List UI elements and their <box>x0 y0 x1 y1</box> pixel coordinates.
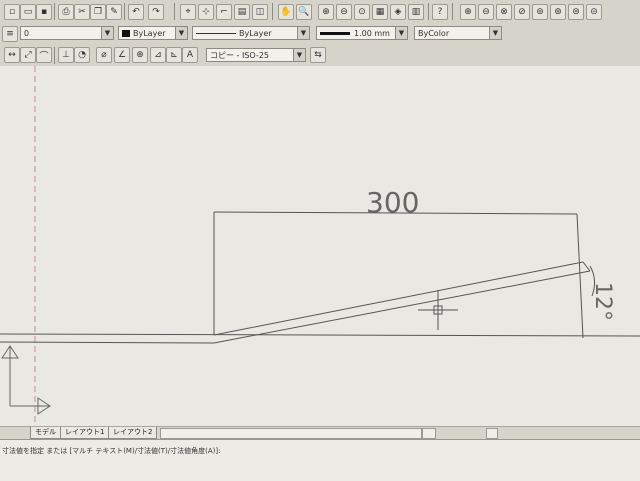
horizontal-scrollbar[interactable] <box>160 428 422 439</box>
zoom-object-icon[interactable]: ⊛ <box>550 4 566 20</box>
hyperlink-icon[interactable]: ⌖ <box>180 4 196 20</box>
diameter-dimension-icon[interactable]: ⌀ <box>96 47 112 63</box>
zoom-extents2-icon[interactable]: ⊝ <box>586 4 602 20</box>
scroll-thumb[interactable] <box>486 428 498 439</box>
tab-layout1[interactable]: レイアウト1 <box>60 427 110 439</box>
quick-dimension-icon[interactable]: ⊕ <box>132 47 148 63</box>
tab-layout2[interactable]: レイアウト2 <box>108 427 158 439</box>
drawing-canvas[interactable]: 300 12° <box>0 66 640 426</box>
tool-palette-icon[interactable]: ▥ <box>408 4 424 20</box>
ramp-end[interactable] <box>582 261 591 272</box>
scroll-right-button[interactable] <box>422 428 436 439</box>
layer-dropdown[interactable]: 0 ▼ <box>20 26 114 40</box>
arc-length-icon[interactable]: ⌒ <box>36 47 52 63</box>
match-properties-icon[interactable]: ✎ <box>106 4 122 20</box>
tab-model[interactable]: モデル <box>30 427 61 439</box>
plot-icon[interactable]: ⎙ <box>58 4 74 20</box>
standard-toolbar: ▫ ▭ ▪ ⎙ ✂ ❐ ✎ ↶ ↷ ⌖ ⊹ ⌐ ▤ ◫ ✋ 🔍 ⊕ ⊖ ⊙ ▦ … <box>0 0 640 25</box>
toolbar-separator <box>452 3 453 20</box>
object-snap-icon[interactable]: ⊹ <box>198 4 214 20</box>
help-glyph: ? <box>437 7 443 17</box>
zoom-all-icon[interactable]: ⊗ <box>496 4 512 20</box>
dimension-update-icon[interactable]: ⇆ <box>310 47 326 63</box>
undo-icon[interactable]: ↶ <box>128 4 144 20</box>
open-file-icon[interactable]: ▭ <box>20 4 36 20</box>
layout-tabs: モデル レイアウト1 レイアウト2 <box>0 426 640 439</box>
chevron-down-icon[interactable]: ▼ <box>175 27 187 39</box>
dimension-toolbar: ↔ ⤢ ⌒ ⊥ ◔ ⌀ ∠ ⊕ ⊿ ⊾ A コピー - ISO-25 ▼ ⇆ <box>0 44 640 67</box>
zoom-window-icon[interactable]: ⊕ <box>318 4 334 20</box>
color-dropdown[interactable]: ByLayer ▼ <box>118 26 188 40</box>
command-line[interactable]: 寸法値を指定 または [マルチ テキスト(M)/寸法値(T)/寸法値角度(A)]… <box>0 439 640 481</box>
zoom-out-icon[interactable]: ⊖ <box>478 4 494 20</box>
design-center-icon[interactable]: ◈ <box>390 4 406 20</box>
chevron-down-icon[interactable]: ▼ <box>297 27 309 39</box>
zoom-center-icon[interactable]: ⊚ <box>532 4 548 20</box>
toolbar-separator <box>272 3 273 20</box>
drawing-svg: 300 12° <box>0 66 640 426</box>
properties-icon[interactable]: ▦ <box>372 4 388 20</box>
zoom-scale-icon[interactable]: ⊘ <box>514 4 530 20</box>
lineweight-sample <box>320 32 350 35</box>
toolbar-separator <box>54 47 55 64</box>
chevron-down-icon[interactable]: ▼ <box>101 27 113 39</box>
radius-dimension-icon[interactable]: ◔ <box>74 47 90 63</box>
floor-line-lower[interactable] <box>0 341 215 344</box>
color-value: ByLayer <box>133 29 166 38</box>
zoom-in-icon[interactable]: ⊕ <box>460 4 476 20</box>
ucs-icon[interactable]: ⌐ <box>216 4 232 20</box>
zoom-previous-icon[interactable]: ⊖ <box>336 4 352 20</box>
baseline-dimension-icon[interactable]: ⊿ <box>150 47 166 63</box>
save-icon[interactable]: ▪ <box>36 4 52 20</box>
pan-icon[interactable]: ✋ <box>278 4 294 20</box>
dimstyle-value: コピー - ISO-25 <box>210 51 269 60</box>
linetype-sample <box>196 33 236 34</box>
command-prompt: 寸法値を指定 または [マルチ テキスト(M)/寸法値(T)/寸法値角度(A)]… <box>2 447 221 455</box>
zoom-dynamic-icon[interactable]: ⊜ <box>568 4 584 20</box>
chevron-down-icon[interactable]: ▼ <box>293 49 305 61</box>
color-swatch <box>122 30 130 37</box>
toolbar-separator <box>174 3 175 20</box>
properties-toolbar: ≡ 0 ▼ ByLayer ▼ ByLayer ▼ 1.00 mm ▼ ByCo… <box>0 24 640 45</box>
chevron-down-icon[interactable]: ▼ <box>489 27 501 39</box>
help-icon[interactable]: ? <box>432 4 448 20</box>
toolbar-separator <box>124 3 125 20</box>
dimension-edit-icon[interactable]: A <box>182 47 198 63</box>
cut-icon[interactable]: ✂ <box>74 4 90 20</box>
named-views-icon[interactable]: ▤ <box>234 4 250 20</box>
chevron-down-icon[interactable]: ▼ <box>395 27 407 39</box>
toolbar-separator <box>428 3 429 20</box>
angle-text[interactable]: 12° <box>590 282 615 321</box>
toolbar-separator <box>54 3 55 20</box>
dimstyle-dropdown[interactable]: コピー - ISO-25 ▼ <box>206 48 306 62</box>
linear-dimension-icon[interactable]: ↔ <box>4 47 20 63</box>
new-file-icon[interactable]: ▫ <box>4 4 20 20</box>
layer-manager-icon[interactable]: ≡ <box>2 26 18 42</box>
ramp-line-bottom[interactable] <box>213 270 591 344</box>
ramp-line-top[interactable] <box>213 261 584 336</box>
ordinate-dimension-icon[interactable]: ⊥ <box>58 47 74 63</box>
continue-dimension-icon[interactable]: ⊾ <box>166 47 182 63</box>
rect-right-edge[interactable] <box>576 213 584 339</box>
lineweight-value: 1.00 mm <box>354 29 390 38</box>
lineweight-dropdown[interactable]: 1.00 mm ▼ <box>316 26 408 40</box>
linetype-dropdown[interactable]: ByLayer ▼ <box>192 26 310 40</box>
zoom-extents-icon[interactable]: ⊙ <box>354 4 370 20</box>
copy-icon[interactable]: ❐ <box>90 4 106 20</box>
linetype-value: ByLayer <box>239 29 272 38</box>
zoom-realtime-icon[interactable]: 🔍 <box>296 4 312 20</box>
layer-value: 0 <box>24 29 30 38</box>
dimension-text[interactable]: 300 <box>366 186 419 219</box>
plotstyle-value: ByColor <box>418 29 450 38</box>
floor-line[interactable] <box>0 333 640 337</box>
3d-view-icon[interactable]: ◫ <box>252 4 268 20</box>
redo-icon[interactable]: ↷ <box>148 4 164 20</box>
aligned-dimension-icon[interactable]: ⤢ <box>20 47 36 63</box>
angular-dimension-icon[interactable]: ∠ <box>114 47 130 63</box>
plotstyle-dropdown[interactable]: ByColor ▼ <box>414 26 502 40</box>
